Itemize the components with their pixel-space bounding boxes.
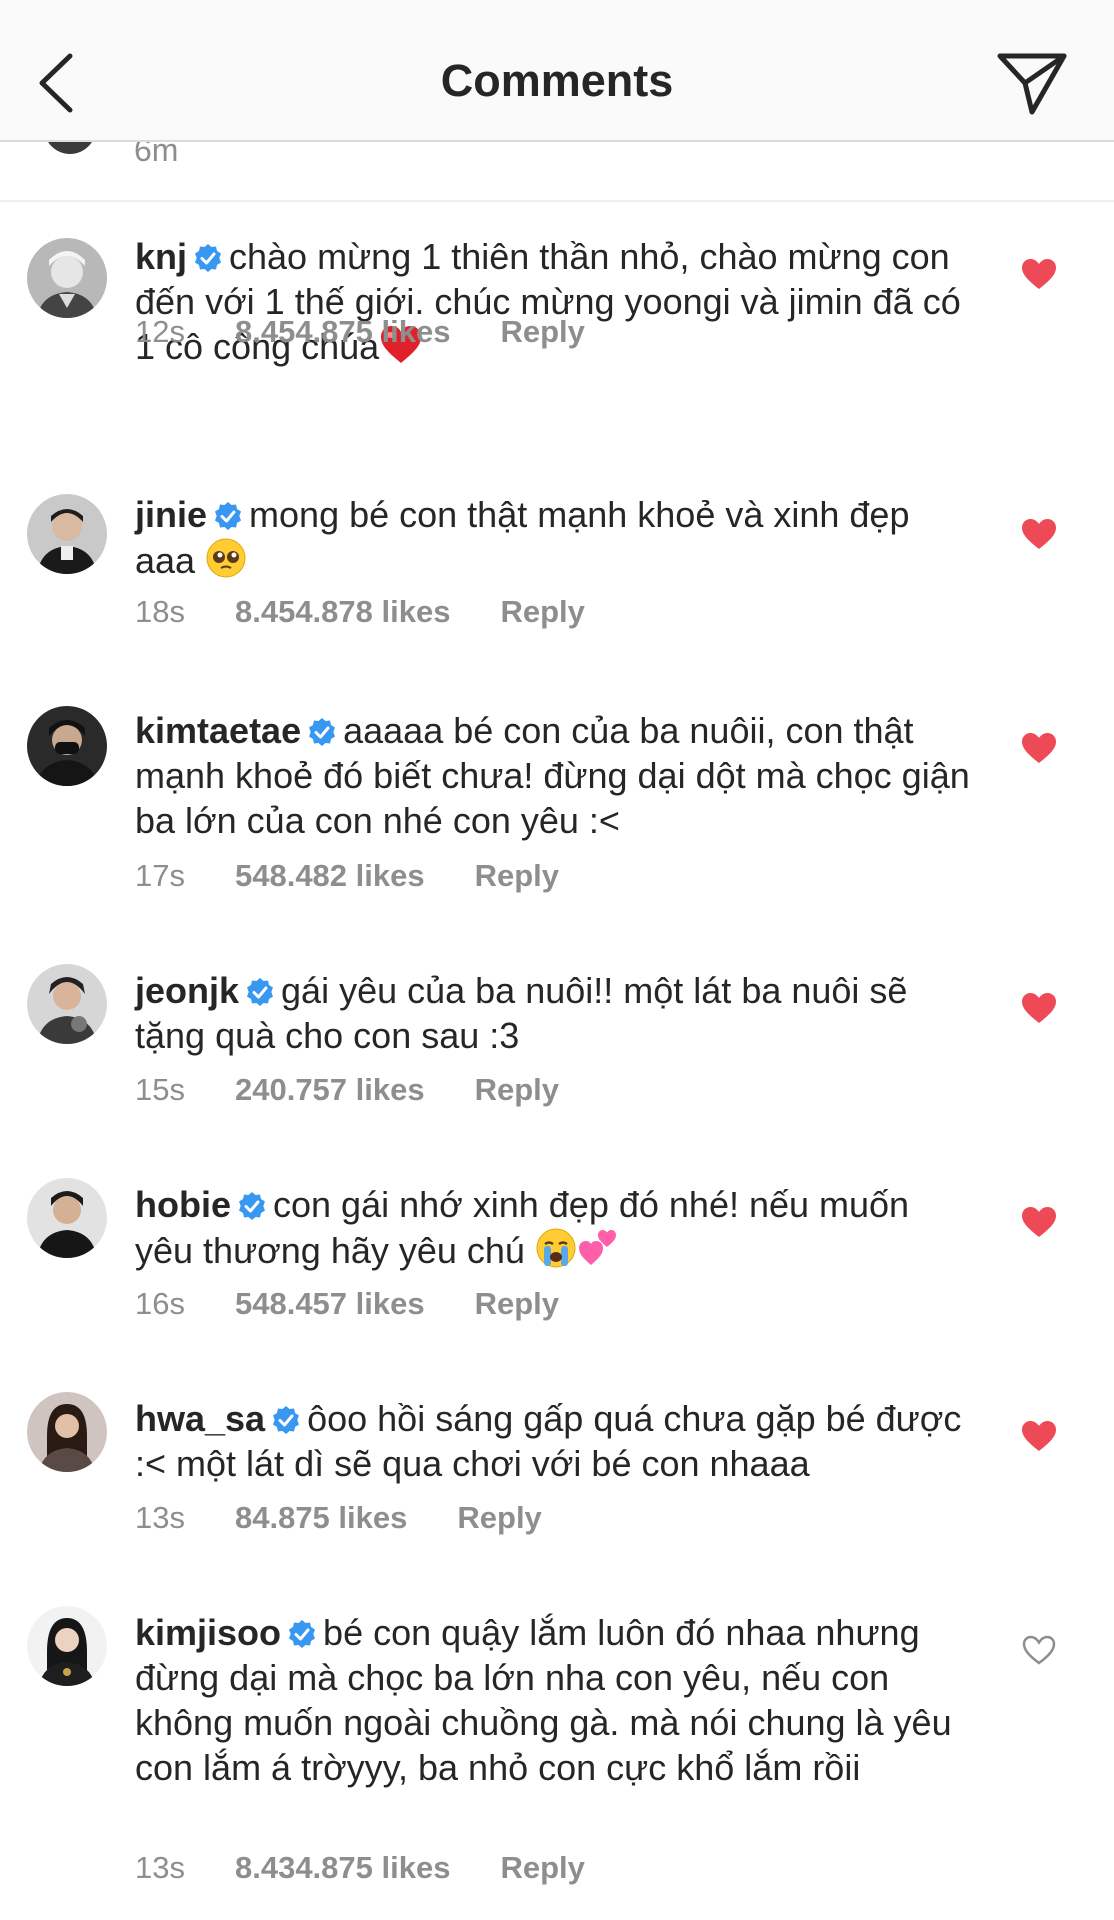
comment-text: mong bé con thật mạnh khoẻ và xinh đẹp a… bbox=[135, 494, 910, 581]
comment-time: 6m bbox=[134, 142, 179, 168]
reply-button[interactable]: Reply bbox=[500, 314, 584, 350]
verified-badge-icon bbox=[195, 244, 222, 272]
avatar[interactable] bbox=[27, 706, 107, 786]
heart-filled-icon[interactable] bbox=[1021, 1420, 1057, 1452]
comment-body: kimtaetae aaaaa bé con của ba nuôii, con … bbox=[135, 708, 975, 843]
comment-body: jinie mong bé con thật mạnh khoẻ và xinh … bbox=[135, 492, 975, 583]
comment-body: kimjisoo bé con quậy lắm luôn đó nhaa như… bbox=[135, 1610, 975, 1790]
verified-badge-icon bbox=[247, 978, 274, 1006]
avatar[interactable] bbox=[27, 1606, 107, 1686]
comment-likes[interactable]: 240.757 likes bbox=[235, 1072, 425, 1108]
comment-likes[interactable]: 8.434.875 likes bbox=[235, 1850, 450, 1886]
share-button[interactable] bbox=[996, 50, 1068, 120]
reply-button[interactable]: Reply bbox=[475, 1286, 559, 1322]
heart-filled-icon[interactable] bbox=[1021, 992, 1057, 1024]
avatar bbox=[44, 142, 96, 154]
paper-plane-icon bbox=[997, 53, 1067, 115]
comment-username[interactable]: knj bbox=[135, 236, 187, 277]
heart-filled-icon[interactable] bbox=[1021, 518, 1057, 550]
comment-time: 16s bbox=[135, 1286, 185, 1321]
avatar[interactable] bbox=[27, 964, 107, 1044]
heart-outline-icon[interactable] bbox=[1021, 1634, 1057, 1666]
comment-likes[interactable]: 8.454.878 likes bbox=[235, 594, 450, 630]
verified-badge-icon bbox=[215, 502, 242, 530]
comment-time: 13s bbox=[135, 1850, 185, 1885]
two-hearts-emoji bbox=[578, 1230, 616, 1265]
avatar[interactable] bbox=[27, 1392, 107, 1472]
verified-badge-icon bbox=[239, 1192, 265, 1220]
avatar[interactable] bbox=[27, 494, 107, 574]
comment-meta: 13s 8.434.875 likes Reply bbox=[135, 1850, 585, 1886]
comment-likes[interactable]: 548.482 likes bbox=[235, 858, 425, 894]
heart-filled-icon[interactable] bbox=[1021, 1206, 1057, 1238]
comment-username[interactable]: jinie bbox=[135, 494, 207, 535]
comment-username[interactable]: kimtaetae bbox=[135, 710, 301, 751]
reply-button[interactable]: Reply bbox=[475, 858, 559, 894]
comment-username[interactable]: hobie bbox=[135, 1184, 231, 1225]
comment-meta: 17s 548.482 likes Reply bbox=[135, 858, 559, 894]
reply-button[interactable]: Reply bbox=[500, 1850, 584, 1886]
comment-time: 18s bbox=[135, 594, 185, 629]
comment-username[interactable]: kimjisoo bbox=[135, 1612, 281, 1653]
avatar[interactable] bbox=[27, 1178, 107, 1258]
verified-badge-icon bbox=[309, 718, 336, 746]
previous-comment-partial: 6m bbox=[0, 142, 1114, 202]
heart-filled-icon[interactable] bbox=[1021, 258, 1057, 290]
comment-username[interactable]: hwa_sa bbox=[135, 1398, 265, 1439]
comment-body: hobie con gái nhớ xinh đẹp đó nhé! nếu mu… bbox=[135, 1182, 975, 1273]
comment-meta: 16s 548.457 likes Reply bbox=[135, 1286, 559, 1322]
comment-likes[interactable]: 84.875 likes bbox=[235, 1500, 407, 1536]
reply-button[interactable]: Reply bbox=[475, 1072, 559, 1108]
comment-username[interactable]: jeonjk bbox=[135, 970, 239, 1011]
header-bar: Comments bbox=[0, 0, 1114, 142]
comment-time: 15s bbox=[135, 1072, 185, 1107]
comment-meta: 13s 84.875 likes Reply bbox=[135, 1500, 542, 1536]
comment-time: 17s bbox=[135, 858, 185, 893]
pleading-face-emoji bbox=[206, 538, 246, 578]
reply-button[interactable]: Reply bbox=[500, 594, 584, 630]
comment-meta: 18s 8.454.878 likes Reply bbox=[135, 594, 585, 630]
comment-meta: 12s 8.454.875 likes Reply bbox=[135, 314, 585, 350]
crying-face-emoji bbox=[536, 1228, 576, 1268]
page-title: Comments bbox=[440, 55, 674, 106]
comment-likes[interactable]: 548.457 likes bbox=[235, 1286, 425, 1322]
heart-filled-icon[interactable] bbox=[1021, 732, 1057, 764]
comment-likes[interactable]: 8.454.875 likes bbox=[235, 314, 450, 350]
verified-badge-icon bbox=[273, 1406, 300, 1434]
comment-time: 12s bbox=[135, 314, 185, 349]
comment-body: hwa_sa ôoo hồi sáng gấp quá chưa gặp bé đ… bbox=[135, 1396, 975, 1486]
comment-body: jeonjk gái yêu của ba nuôi!! một lát ba n… bbox=[135, 968, 975, 1058]
verified-badge-icon bbox=[289, 1620, 316, 1648]
reply-button[interactable]: Reply bbox=[457, 1500, 541, 1536]
comment-meta: 15s 240.757 likes Reply bbox=[135, 1072, 559, 1108]
avatar[interactable] bbox=[27, 238, 107, 318]
comment-time: 13s bbox=[135, 1500, 185, 1535]
